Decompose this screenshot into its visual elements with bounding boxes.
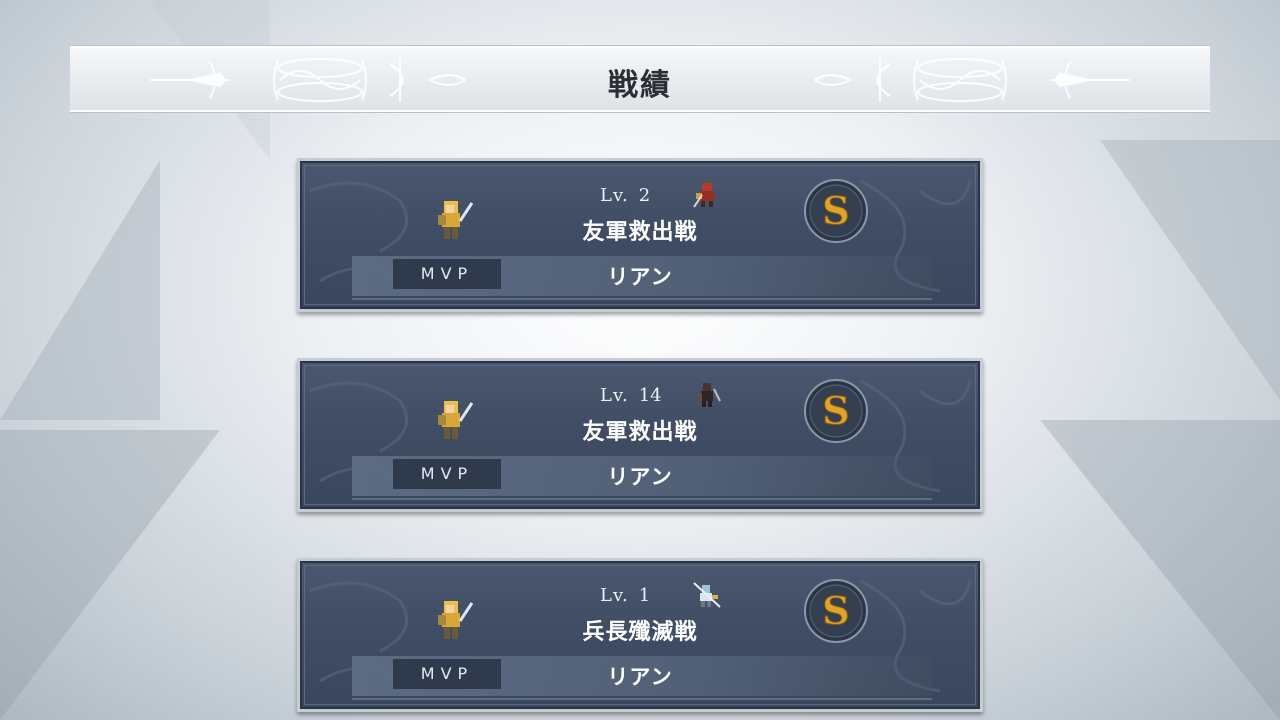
- rank-s-icon: S: [804, 179, 868, 243]
- right-ornament-icon: [813, 58, 1130, 102]
- mvp-name: リアン: [607, 265, 673, 289]
- background-shard: [1040, 420, 1280, 720]
- level-label: Lv.: [600, 385, 629, 406]
- background-shard: [1100, 140, 1280, 400]
- battle-name: 友軍救出戦: [582, 420, 698, 445]
- red-soldier-sprite-icon: [693, 183, 714, 208]
- battle-record-card[interactable]: Lv. 14 友軍救出戦 S MVP リアン: [297, 358, 983, 512]
- dark-rogue-sprite-icon: [698, 383, 721, 407]
- level-display: Lv. 1: [600, 585, 650, 606]
- level-value: 14: [638, 385, 662, 406]
- level-display: Lv. 14: [600, 385, 662, 406]
- title-banner: 戦績: [70, 46, 1210, 112]
- card-divider: [352, 698, 932, 700]
- rank-letter: S: [822, 388, 849, 433]
- lancer-sprite-icon: [693, 582, 721, 608]
- rank-s-icon: S: [804, 379, 868, 443]
- rank-letter: S: [822, 188, 849, 233]
- card-divider: [352, 298, 932, 300]
- rank-letter: S: [822, 588, 849, 633]
- level-display: Lv. 2: [600, 185, 650, 206]
- battle-name: 兵長殲滅戦: [582, 620, 698, 645]
- battle-record-card[interactable]: Lv. 2 友軍救出戦 S MVP リアン: [297, 158, 983, 312]
- card-divider: [352, 498, 932, 500]
- battle-record-card[interactable]: Lv. 1 兵長殲滅戦 S MVP リアン: [297, 558, 983, 712]
- mvp-name: リアン: [607, 665, 673, 689]
- level-label: Lv.: [600, 185, 629, 206]
- background-shard: [0, 160, 160, 420]
- level-label: Lv.: [600, 585, 629, 606]
- rank-s-icon: S: [804, 579, 868, 643]
- level-value: 2: [638, 185, 651, 206]
- level-value: 1: [638, 585, 651, 606]
- battle-name: 友軍救出戦: [582, 220, 698, 245]
- mvp-name: リアン: [607, 465, 673, 489]
- background-shard: [0, 430, 220, 720]
